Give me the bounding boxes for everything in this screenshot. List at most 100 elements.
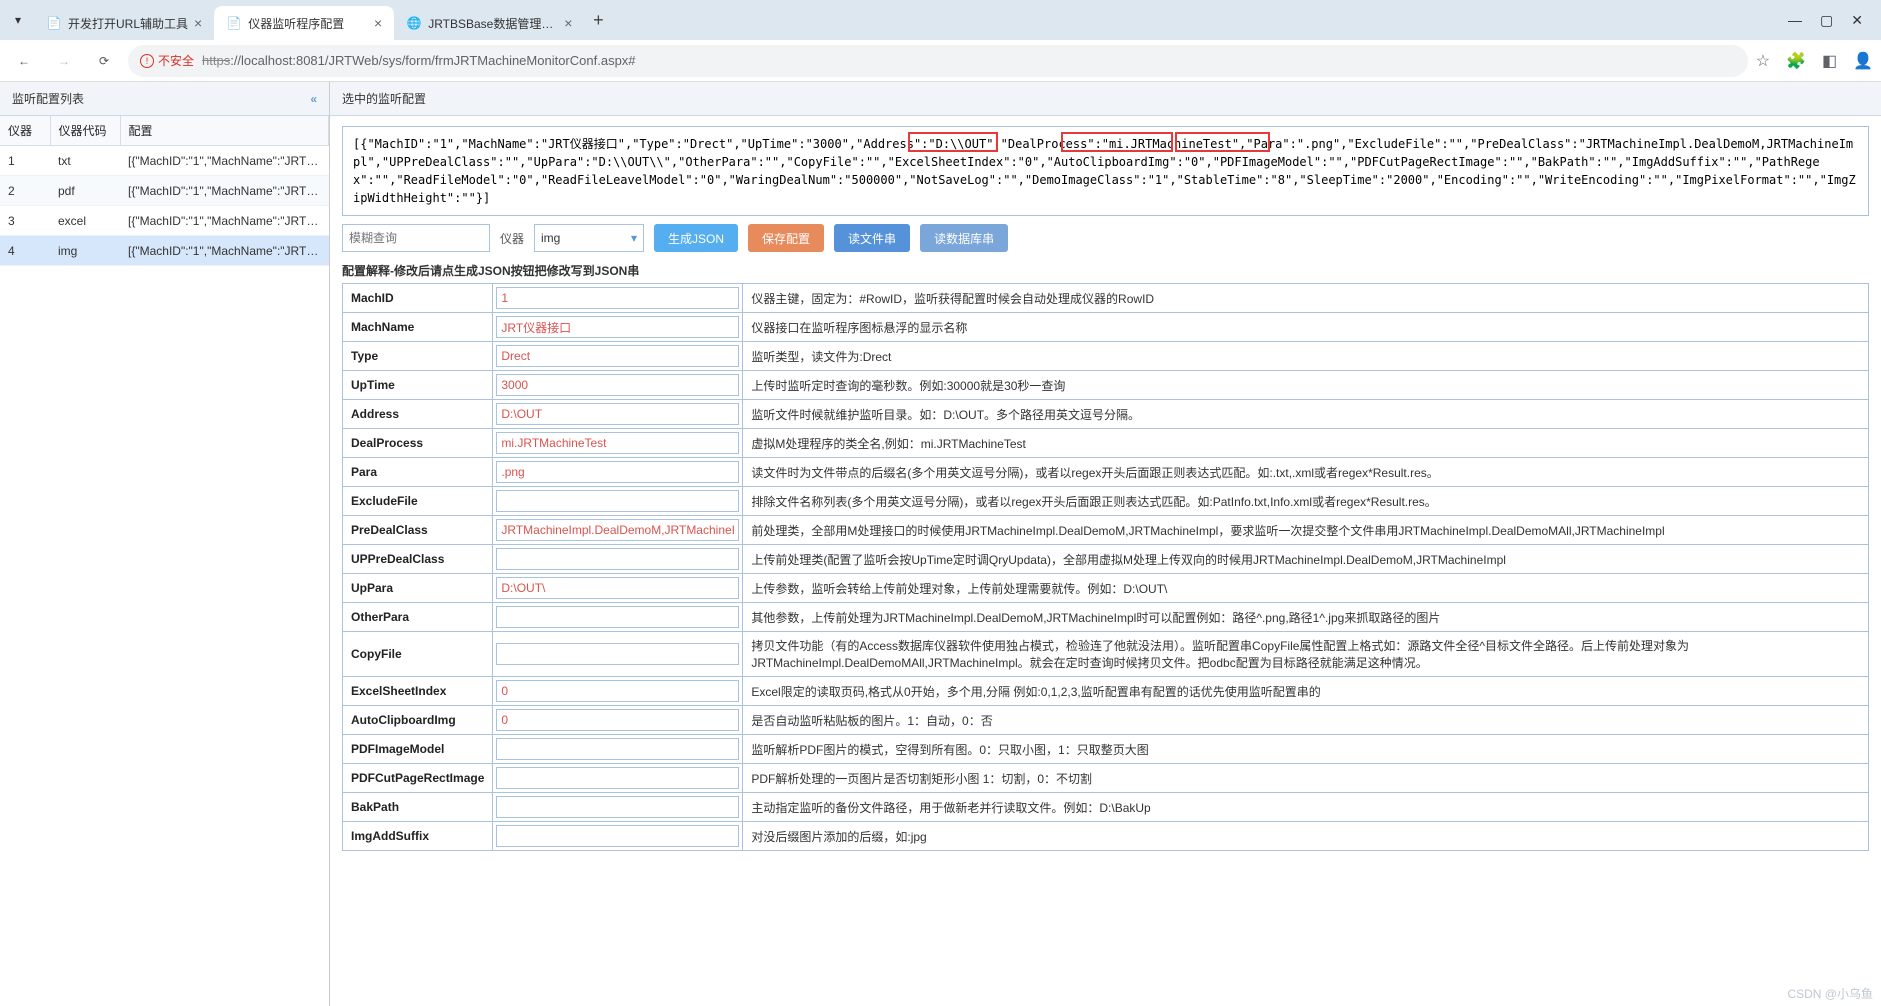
browser-tab-3[interactable]: 🌐 JRTBSBase数据管理工具 × bbox=[394, 6, 584, 40]
warning-icon: ! bbox=[140, 54, 154, 68]
left-panel: 监听配置列表 « 仪器 仪器代码 配置 1txt[{"MachID":"1","… bbox=[0, 82, 330, 1006]
row-idx: 2 bbox=[0, 176, 50, 206]
browser-tab-2[interactable]: 📄 仪器监听程序配置 × bbox=[214, 6, 394, 40]
config-desc: 前处理类，全部用M处理接口的时候使用JRTMachineImpl.DealDem… bbox=[743, 516, 1869, 545]
config-label: CopyFile bbox=[343, 632, 493, 677]
right-panel-title: 选中的监听配置 bbox=[342, 92, 426, 106]
config-row: MachName仪器接口在监听程序图标悬浮的显示名称 bbox=[343, 313, 1869, 342]
machine-combo[interactable]: img ▾ bbox=[534, 224, 644, 252]
reload-button[interactable]: ⟳ bbox=[88, 45, 120, 77]
unsafe-label: 不安全 bbox=[158, 52, 194, 69]
config-value-input[interactable] bbox=[496, 643, 739, 665]
browser-tab-1[interactable]: 📄 开发打开URL辅助工具 × bbox=[34, 6, 214, 40]
config-label: Type bbox=[343, 342, 493, 371]
config-value-input[interactable] bbox=[496, 461, 739, 483]
read-file-button[interactable]: 读文件串 bbox=[834, 224, 910, 252]
new-tab-button[interactable]: + bbox=[584, 6, 612, 34]
config-value-input[interactable] bbox=[496, 825, 739, 847]
table-row[interactable]: 4img[{"MachID":"1","MachName":"JRT仪… bbox=[0, 236, 329, 266]
save-config-button[interactable]: 保存配置 bbox=[748, 224, 824, 252]
config-desc: PDF解析处理的一页图片是否切割矩形小图 1：切割，0：不切割 bbox=[743, 764, 1869, 793]
config-value-input[interactable] bbox=[496, 432, 739, 454]
config-table: MachID 仪器主键，固定为：#RowID，监听获得配置时候会自动处理成仪器的R… bbox=[342, 283, 1869, 851]
row-code: img bbox=[50, 236, 120, 266]
config-value-input[interactable] bbox=[496, 374, 739, 396]
table-row[interactable]: 3excel[{"MachID":"1","MachName":"JRT仪… bbox=[0, 206, 329, 236]
row-idx: 1 bbox=[0, 146, 50, 176]
tabs-dropdown-icon[interactable]: ▾ bbox=[8, 10, 28, 30]
config-value-input[interactable] bbox=[496, 287, 739, 309]
close-icon[interactable]: × bbox=[374, 15, 382, 31]
window-controls: — ▢ ✕ bbox=[1788, 12, 1873, 29]
fuzzy-search-input[interactable] bbox=[342, 224, 490, 252]
config-value-input[interactable] bbox=[496, 680, 739, 702]
right-panel: 选中的监听配置 [{"MachID":"1","MachName":"JRT仪器… bbox=[330, 82, 1881, 1006]
doc-icon: 📄 bbox=[46, 15, 62, 31]
config-value-input[interactable] bbox=[496, 403, 739, 425]
unsafe-badge: ! 不安全 bbox=[140, 52, 194, 69]
table-row[interactable]: 1txt[{"MachID":"1","MachName":"JRT仪… bbox=[0, 146, 329, 176]
config-value-input[interactable] bbox=[496, 490, 739, 512]
address-bar[interactable]: ! 不安全 https://localhost:8081/JRTWeb/sys/… bbox=[128, 45, 1748, 77]
tab-title: JRTBSBase数据管理工具 bbox=[428, 15, 558, 32]
config-label: OtherPara bbox=[343, 603, 493, 632]
profile-icon[interactable]: 👤 bbox=[1853, 51, 1873, 71]
extensions-icon[interactable]: 🧩 bbox=[1786, 51, 1806, 71]
config-desc: 拷贝文件功能（有的Access数据库仪器软件使用独占模式，检验连了他就没法用）。… bbox=[743, 632, 1869, 677]
config-value-input[interactable] bbox=[496, 519, 739, 541]
config-label: MachID bbox=[343, 284, 493, 313]
back-button[interactable]: ← bbox=[8, 45, 40, 77]
config-label: PDFCutPageRectImage bbox=[343, 764, 493, 793]
row-cfg: [{"MachID":"1","MachName":"JRT仪… bbox=[120, 176, 329, 206]
chevron-down-icon: ▾ bbox=[631, 231, 637, 245]
row-cfg: [{"MachID":"1","MachName":"JRT仪… bbox=[120, 206, 329, 236]
config-label: DealProcess bbox=[343, 429, 493, 458]
gen-json-button[interactable]: 生成JSON bbox=[654, 224, 738, 252]
config-value-input[interactable] bbox=[496, 548, 739, 570]
config-label: UpTime bbox=[343, 371, 493, 400]
config-row: Address监听文件时候就维护监听目录。如：D:\OUT。多个路径用英文逗号分… bbox=[343, 400, 1869, 429]
row-code: pdf bbox=[50, 176, 120, 206]
config-label: BakPath bbox=[343, 793, 493, 822]
collapse-left-icon[interactable]: « bbox=[310, 92, 317, 106]
config-value-input[interactable] bbox=[496, 767, 739, 789]
table-row[interactable]: 2pdf[{"MachID":"1","MachName":"JRT仪… bbox=[0, 176, 329, 206]
config-label: ImgAddSuffix bbox=[343, 822, 493, 851]
doc-icon: 📄 bbox=[226, 15, 242, 31]
config-desc: 监听文件时候就维护监听目录。如：D:\OUT。多个路径用英文逗号分隔。 bbox=[743, 400, 1869, 429]
config-row: UPPreDealClass上传前处理类(配置了监听会按UpTime定时调Qry… bbox=[343, 545, 1869, 574]
config-value-input[interactable] bbox=[496, 345, 739, 367]
panel-icon[interactable]: ◧ bbox=[1822, 51, 1837, 71]
config-row: UpPara上传参数，监听会转给上传前处理对象，上传前处理需要就传。例如：D:\… bbox=[343, 574, 1869, 603]
row-cfg: [{"MachID":"1","MachName":"JRT仪… bbox=[120, 146, 329, 176]
config-row: CopyFile 拷贝文件功能（有的Access数据库仪器软件使用独占模式，检验连… bbox=[343, 632, 1869, 677]
config-value-input[interactable] bbox=[496, 796, 739, 818]
config-value-input[interactable] bbox=[496, 316, 739, 338]
listener-grid: 仪器 仪器代码 配置 1txt[{"MachID":"1","MachName"… bbox=[0, 116, 329, 266]
config-row: PreDealClass前处理类，全部用M处理接口的时候使用JRTMachine… bbox=[343, 516, 1869, 545]
config-desc: 仪器主键，固定为：#RowID，监听获得配置时候会自动处理成仪器的RowID bbox=[743, 284, 1869, 313]
row-idx: 4 bbox=[0, 236, 50, 266]
minimize-icon[interactable]: — bbox=[1788, 12, 1802, 29]
close-icon[interactable]: × bbox=[564, 15, 572, 31]
config-label: MachName bbox=[343, 313, 493, 342]
close-icon[interactable]: × bbox=[194, 15, 202, 31]
config-desc: 监听类型，读文件为:Drect bbox=[743, 342, 1869, 371]
config-value-input[interactable] bbox=[496, 577, 739, 599]
maximize-icon[interactable]: ▢ bbox=[1820, 12, 1833, 29]
close-window-icon[interactable]: ✕ bbox=[1851, 12, 1863, 29]
read-db-button[interactable]: 读数据库串 bbox=[920, 224, 1008, 252]
config-label: UPPreDealClass bbox=[343, 545, 493, 574]
tab-title: 开发打开URL辅助工具 bbox=[68, 15, 188, 32]
config-desc: Excel限定的读取页码,格式从0开始，多个用,分隔 例如:0,1,2,3,监听… bbox=[743, 677, 1869, 706]
config-label: AutoClipboardImg bbox=[343, 706, 493, 735]
star-icon[interactable]: ☆ bbox=[1756, 51, 1770, 71]
config-row: ExcelSheetIndexExcel限定的读取页码,格式从0开始，多个用,分… bbox=[343, 677, 1869, 706]
config-row: PDFImageModel监听解析PDF图片的模式，空得到所有图。0：只取小图，… bbox=[343, 735, 1869, 764]
config-label: Para bbox=[343, 458, 493, 487]
row-cfg: [{"MachID":"1","MachName":"JRT仪… bbox=[120, 236, 329, 266]
config-value-input[interactable] bbox=[496, 709, 739, 731]
config-value-input[interactable] bbox=[496, 738, 739, 760]
config-value-input[interactable] bbox=[496, 606, 739, 628]
config-row: BakPath主动指定监听的备份文件路径，用于做新老并行读取文件。例如：D:\B… bbox=[343, 793, 1869, 822]
